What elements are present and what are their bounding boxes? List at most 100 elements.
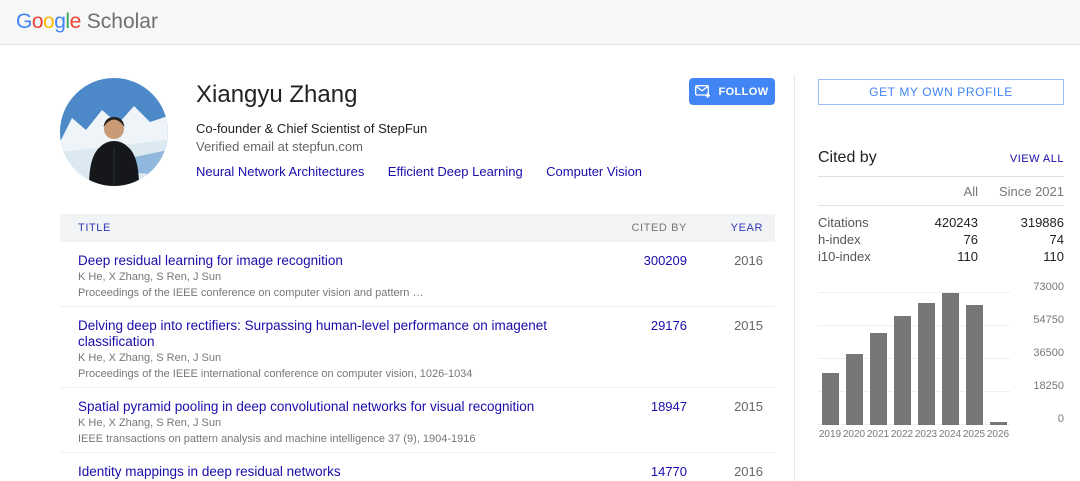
logo-letter: e bbox=[70, 10, 81, 33]
scholar-logo-suffix: Scholar bbox=[87, 10, 158, 34]
publication-year: 2015 bbox=[687, 399, 775, 446]
chart-bar-2023[interactable] bbox=[918, 303, 935, 425]
publication-title-link[interactable]: Identity mappings in deep residual netwo… bbox=[78, 464, 587, 480]
table-row: Spatial pyramid pooling in deep convolut… bbox=[60, 388, 775, 453]
publication-title-link[interactable]: Delving deep into rectifiers: Surpassing… bbox=[78, 318, 587, 350]
interest-link-efficient-deep-learning[interactable]: Efficient Deep Learning bbox=[388, 164, 523, 179]
sort-by-citations-header[interactable]: CITED BY bbox=[587, 222, 687, 234]
table-row: Deep residual learning for image recogni… bbox=[60, 242, 775, 307]
chart-x-tick-label: 2023 bbox=[914, 429, 938, 440]
stat-value-since: 74 bbox=[978, 231, 1064, 248]
research-interests: Neural Network Architectures Efficient D… bbox=[196, 163, 689, 181]
table-row: Identity mappings in deep residual netwo… bbox=[60, 453, 775, 481]
publication-title-link[interactable]: Deep residual learning for image recogni… bbox=[78, 253, 587, 269]
publication-year: 2016 bbox=[687, 464, 775, 481]
citations-chart-plot bbox=[818, 293, 1010, 425]
page-content: Xiangyu Zhang Co-founder & Chief Scienti… bbox=[0, 45, 1080, 481]
sidebar: GET MY OWN PROFILE Cited by VIEW ALL All… bbox=[818, 45, 1064, 481]
chart-y-tick-label: 73000 bbox=[1033, 281, 1064, 293]
publication-authors: K He, X Zhang, S Ren, J Sun bbox=[78, 417, 587, 431]
chart-bar-2022[interactable] bbox=[894, 316, 911, 425]
chart-x-tick-label: 2020 bbox=[842, 429, 866, 440]
vertical-divider bbox=[794, 75, 795, 481]
publication-year: 2016 bbox=[687, 253, 775, 300]
publication-title-link[interactable]: Spatial pyramid pooling in deep convolut… bbox=[78, 399, 587, 415]
publications-table: TITLE CITED BY YEAR Deep residual learni… bbox=[60, 214, 775, 481]
interest-link-computer-vision[interactable]: Computer Vision bbox=[546, 164, 642, 179]
profile-affiliation: Co-founder & Chief Scientist of StepFun bbox=[196, 120, 689, 138]
follow-button[interactable]: FOLLOW bbox=[689, 78, 775, 105]
logo-letter: G bbox=[16, 10, 32, 33]
chart-x-tick-label: 2024 bbox=[938, 429, 962, 440]
chart-y-axis: 018250365005475073000 bbox=[1010, 293, 1064, 425]
cited-by-count-link[interactable]: 300209 bbox=[644, 253, 687, 268]
stat-label: Citations bbox=[818, 214, 908, 231]
chart-y-tick-label: 18250 bbox=[1033, 380, 1064, 392]
interest-link-neural-network-architectures[interactable]: Neural Network Architectures bbox=[196, 164, 364, 179]
chart-x-tick-label: 2026 bbox=[986, 429, 1010, 440]
stat-value-all: 76 bbox=[908, 231, 978, 248]
publication-venue: Proceedings of the IEEE international co… bbox=[78, 368, 587, 382]
stat-value-all: 110 bbox=[908, 248, 978, 265]
chart-x-tick-label: 2022 bbox=[890, 429, 914, 440]
follow-button-label: FOLLOW bbox=[718, 86, 768, 98]
cited-by-count-link[interactable]: 29176 bbox=[651, 318, 687, 333]
chart-bars bbox=[818, 293, 1010, 425]
chart-bar-2019[interactable] bbox=[822, 373, 839, 425]
profile-info: Xiangyu Zhang Co-founder & Chief Scienti… bbox=[196, 78, 689, 186]
publication-venue: Proceedings of the IEEE conference on co… bbox=[78, 287, 587, 301]
logo-letter: o bbox=[43, 10, 54, 33]
chart-y-tick-label: 54750 bbox=[1033, 314, 1064, 326]
cited-by-title: Cited by bbox=[818, 149, 877, 167]
view-all-link[interactable]: VIEW ALL bbox=[1010, 153, 1064, 165]
cited-by-stats: Citations 420243 319886 h-index 76 74 i1… bbox=[818, 206, 1064, 265]
chart-bar-2021[interactable] bbox=[870, 333, 887, 425]
envelope-plus-icon bbox=[695, 85, 711, 99]
profile-photo-image bbox=[60, 78, 168, 186]
google-scholar-logo[interactable]: Google Scholar bbox=[16, 10, 158, 34]
publication-venue: IEEE transactions on pattern analysis an… bbox=[78, 433, 587, 447]
chart-bar-2020[interactable] bbox=[846, 354, 863, 425]
citations-row: Citations 420243 319886 bbox=[818, 214, 1064, 231]
publication-authors: K He, X Zhang, S Ren, J Sun bbox=[78, 271, 587, 285]
table-row: Delving deep into rectifiers: Surpassing… bbox=[60, 307, 775, 388]
publication-authors: K He, X Zhang, S Ren, J Sun bbox=[78, 352, 587, 366]
google-logo-word: Google bbox=[16, 10, 81, 34]
logo-letter: g bbox=[54, 10, 65, 33]
h-index-row: h-index 76 74 bbox=[818, 231, 1064, 248]
publication-year: 2015 bbox=[687, 318, 775, 381]
cited-by-count-link[interactable]: 14770 bbox=[651, 464, 687, 479]
stat-label: h-index bbox=[818, 231, 908, 248]
chart-bar-2025[interactable] bbox=[966, 305, 983, 425]
publications-table-header: TITLE CITED BY YEAR bbox=[60, 214, 775, 242]
i10-index-row: i10-index 110 110 bbox=[818, 248, 1064, 265]
chart-bar-2024[interactable] bbox=[942, 293, 959, 425]
top-bar: Google Scholar bbox=[0, 0, 1080, 45]
column-all: All bbox=[908, 184, 978, 199]
cited-by-column-headers: All Since 2021 bbox=[818, 177, 1064, 206]
logo-letter: o bbox=[32, 10, 43, 33]
profile-name: Xiangyu Zhang bbox=[196, 81, 689, 109]
cited-by-section-header: Cited by VIEW ALL bbox=[818, 149, 1064, 177]
chart-y-tick-label: 36500 bbox=[1033, 347, 1064, 359]
chart-bar-2026[interactable] bbox=[990, 422, 1007, 425]
stat-value-since: 319886 bbox=[978, 214, 1064, 231]
cited-by-count-link[interactable]: 18947 bbox=[651, 399, 687, 414]
column-since-2021: Since 2021 bbox=[978, 184, 1064, 199]
chart-x-axis: 20192020202120222023202420252026 bbox=[818, 429, 1010, 440]
get-my-own-profile-button[interactable]: GET MY OWN PROFILE bbox=[818, 79, 1064, 105]
stat-label: i10-index bbox=[818, 248, 908, 265]
stat-value-since: 110 bbox=[978, 248, 1064, 265]
profile-photo bbox=[60, 78, 168, 186]
sort-by-title-header[interactable]: TITLE bbox=[78, 222, 587, 234]
chart-x-tick-label: 2021 bbox=[866, 429, 890, 440]
stat-value-all: 420243 bbox=[908, 214, 978, 231]
verified-email: Verified email at stepfun.com bbox=[196, 138, 689, 156]
sort-by-year-header[interactable]: YEAR bbox=[687, 222, 775, 234]
profile-header: Xiangyu Zhang Co-founder & Chief Scienti… bbox=[60, 78, 775, 186]
main-column: Xiangyu Zhang Co-founder & Chief Scienti… bbox=[60, 45, 775, 481]
chart-x-tick-label: 2019 bbox=[818, 429, 842, 440]
chart-x-tick-label: 2025 bbox=[962, 429, 986, 440]
chart-y-tick-label: 0 bbox=[1058, 413, 1064, 425]
citations-per-year-chart: 20192020202120222023202420252026 0 18250 3… bbox=[818, 293, 1064, 440]
